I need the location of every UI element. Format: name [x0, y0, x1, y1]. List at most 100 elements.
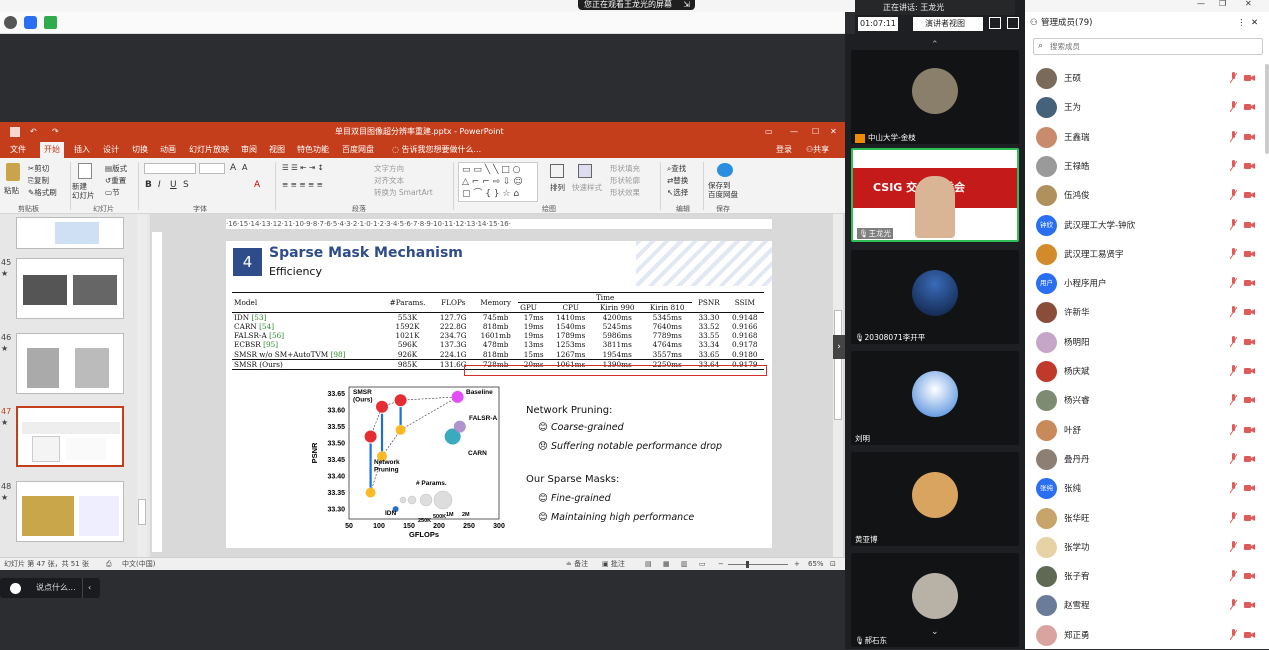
- fit-slide-icon[interactable]: ⊡: [830, 558, 836, 570]
- tell-me-box[interactable]: ◌ 告诉我您想要做什么...: [388, 142, 485, 158]
- tab-home[interactable]: 开始: [40, 142, 64, 158]
- camera-off-icon[interactable]: [1244, 543, 1255, 551]
- member-search[interactable]: ⌕: [1033, 38, 1263, 55]
- cut-button[interactable]: ✂剪切: [28, 163, 49, 174]
- font-name-select[interactable]: [144, 163, 196, 174]
- layout-button[interactable]: ▤版式: [105, 163, 127, 174]
- tab-transitions[interactable]: 切换: [128, 142, 152, 158]
- align-text-button[interactable]: 对齐文本: [374, 175, 404, 186]
- member-row[interactable]: 钟欣 武汉理工大学-钟欣: [1025, 211, 1269, 240]
- tab-insert[interactable]: 插入: [70, 142, 94, 158]
- mic-off-icon[interactable]: [1230, 628, 1237, 641]
- close-panel-icon[interactable]: ✕: [1251, 12, 1258, 34]
- zoom-slider[interactable]: [728, 564, 788, 565]
- save-to-baidu-button[interactable]: 保存到 百度网盘: [708, 181, 738, 199]
- member-row[interactable]: 伍鸿俊: [1025, 181, 1269, 210]
- mic-off-icon[interactable]: [1230, 511, 1237, 524]
- camera-off-icon[interactable]: [1244, 191, 1255, 199]
- login-link[interactable]: 登录: [772, 142, 796, 158]
- mic-off-icon[interactable]: [1230, 335, 1237, 348]
- video-tile[interactable]: 🎙20308071李开平: [851, 250, 1019, 344]
- member-row[interactable]: 王硕: [1025, 64, 1269, 93]
- quick-styles-icon[interactable]: [578, 164, 592, 178]
- slide-thumbnail-selected[interactable]: [16, 406, 124, 467]
- tab-baidu[interactable]: 百度网盘: [338, 142, 378, 158]
- shadow-icon[interactable]: S: [183, 180, 189, 190]
- camera-off-icon[interactable]: [1244, 455, 1255, 463]
- camera-off-icon[interactable]: [1244, 338, 1255, 346]
- new-slide-button[interactable]: 新建 幻灯片: [72, 182, 95, 200]
- collapse-panel-icon[interactable]: ›: [833, 335, 845, 359]
- tab-design[interactable]: 设计: [99, 142, 123, 158]
- view-mode-button[interactable]: 演讲者视图: [913, 17, 983, 31]
- new-slide-icon[interactable]: [78, 163, 92, 179]
- find-button[interactable]: ⌕查找: [667, 163, 686, 174]
- more-icon[interactable]: ⋮: [1237, 12, 1246, 34]
- restore-icon[interactable]: ❐: [1219, 0, 1226, 8]
- camera-off-icon[interactable]: [1244, 162, 1255, 170]
- minimize-icon[interactable]: —: [790, 122, 798, 142]
- video-tile-active-speaker[interactable]: CSIG 交 频专委会 🎙王龙光: [851, 148, 1019, 242]
- italic-icon[interactable]: I: [158, 180, 161, 190]
- mic-off-icon[interactable]: [1230, 394, 1237, 406]
- zoom-slider-thumb[interactable]: [746, 561, 749, 568]
- member-row[interactable]: 许新华: [1025, 298, 1269, 327]
- format-painter-button[interactable]: ✎格式刷: [28, 187, 57, 198]
- emoji-icon[interactable]: [10, 583, 21, 594]
- paste-button[interactable]: 粘贴: [4, 185, 19, 196]
- reading-view-icon[interactable]: ▥: [681, 558, 688, 570]
- maximize-icon[interactable]: ☐: [812, 122, 819, 142]
- member-row[interactable]: 武汉理工易贤宇: [1025, 240, 1269, 269]
- camera-off-icon[interactable]: [1244, 103, 1255, 111]
- member-row[interactable]: 张华旺: [1025, 504, 1269, 533]
- camera-off-icon[interactable]: [1244, 279, 1255, 287]
- info-icon[interactable]: [4, 16, 17, 29]
- copy-button[interactable]: ⎘复制: [28, 175, 49, 186]
- tab-view[interactable]: 视图: [265, 142, 289, 158]
- mic-off-icon[interactable]: [1230, 130, 1237, 143]
- close-icon[interactable]: ✕: [1245, 0, 1252, 8]
- member-row[interactable]: 郑正勇: [1025, 621, 1269, 650]
- camera-off-icon[interactable]: [1244, 367, 1255, 375]
- mic-off-icon[interactable]: [1230, 101, 1237, 113]
- slide-thumbnail[interactable]: [16, 217, 124, 249]
- camera-off-icon[interactable]: [1244, 221, 1255, 229]
- quick-styles-button[interactable]: 快速样式: [572, 182, 602, 193]
- font-shrink-icon[interactable]: A: [242, 163, 247, 172]
- camera-off-icon[interactable]: [1244, 133, 1255, 141]
- video-tile[interactable]: 中山大学-金枝: [851, 50, 1019, 144]
- exit-icon[interactable]: ⇲: [683, 0, 690, 10]
- shape-effects-button[interactable]: 形状效果: [610, 187, 640, 198]
- mic-off-icon[interactable]: [1230, 423, 1237, 436]
- close-icon[interactable]: ✕: [830, 122, 837, 142]
- underline-icon[interactable]: U: [170, 180, 177, 190]
- font-grow-icon[interactable]: A: [230, 163, 236, 173]
- mic-off-icon[interactable]: [1230, 247, 1237, 260]
- redo-icon[interactable]: ↷: [52, 122, 59, 142]
- language-label[interactable]: 中文(中国): [122, 558, 155, 570]
- smartart-button[interactable]: 转换为 SmartArt: [374, 187, 433, 198]
- shield-icon[interactable]: [24, 16, 37, 29]
- replace-button[interactable]: ⇄替换: [667, 175, 688, 186]
- tab-animations[interactable]: 动画: [156, 142, 180, 158]
- member-search-input[interactable]: [1050, 40, 1255, 53]
- member-row[interactable]: 叠丹丹: [1025, 445, 1269, 474]
- slide-thumbnail[interactable]: [16, 333, 124, 394]
- slideshow-view-icon[interactable]: ▭: [699, 558, 706, 570]
- bullets-icon[interactable]: ☰ ☰ ⇤ ⇥ ↕: [282, 163, 324, 172]
- ribbon-display-icon[interactable]: ▭: [765, 122, 773, 142]
- chevron-up-icon[interactable]: ⌃: [931, 40, 939, 50]
- reset-button[interactable]: ↺重置: [105, 175, 126, 186]
- mic-off-icon[interactable]: [1230, 599, 1237, 611]
- thumbnail-scrollbar[interactable]: [137, 214, 147, 557]
- font-color-icon[interactable]: A: [254, 180, 260, 190]
- camera-off-icon[interactable]: [1244, 426, 1255, 434]
- member-row[interactable]: 赵雪程: [1025, 591, 1269, 620]
- camera-off-icon[interactable]: [1244, 601, 1255, 609]
- zoom-level[interactable]: 65%: [808, 558, 824, 570]
- undo-icon[interactable]: ↶: [30, 122, 37, 142]
- mic-off-icon[interactable]: [1230, 159, 1237, 172]
- font-size-select[interactable]: [199, 163, 225, 174]
- tab-slideshow[interactable]: 幻灯片放映: [185, 142, 233, 158]
- video-tile[interactable]: 刘明: [851, 351, 1019, 445]
